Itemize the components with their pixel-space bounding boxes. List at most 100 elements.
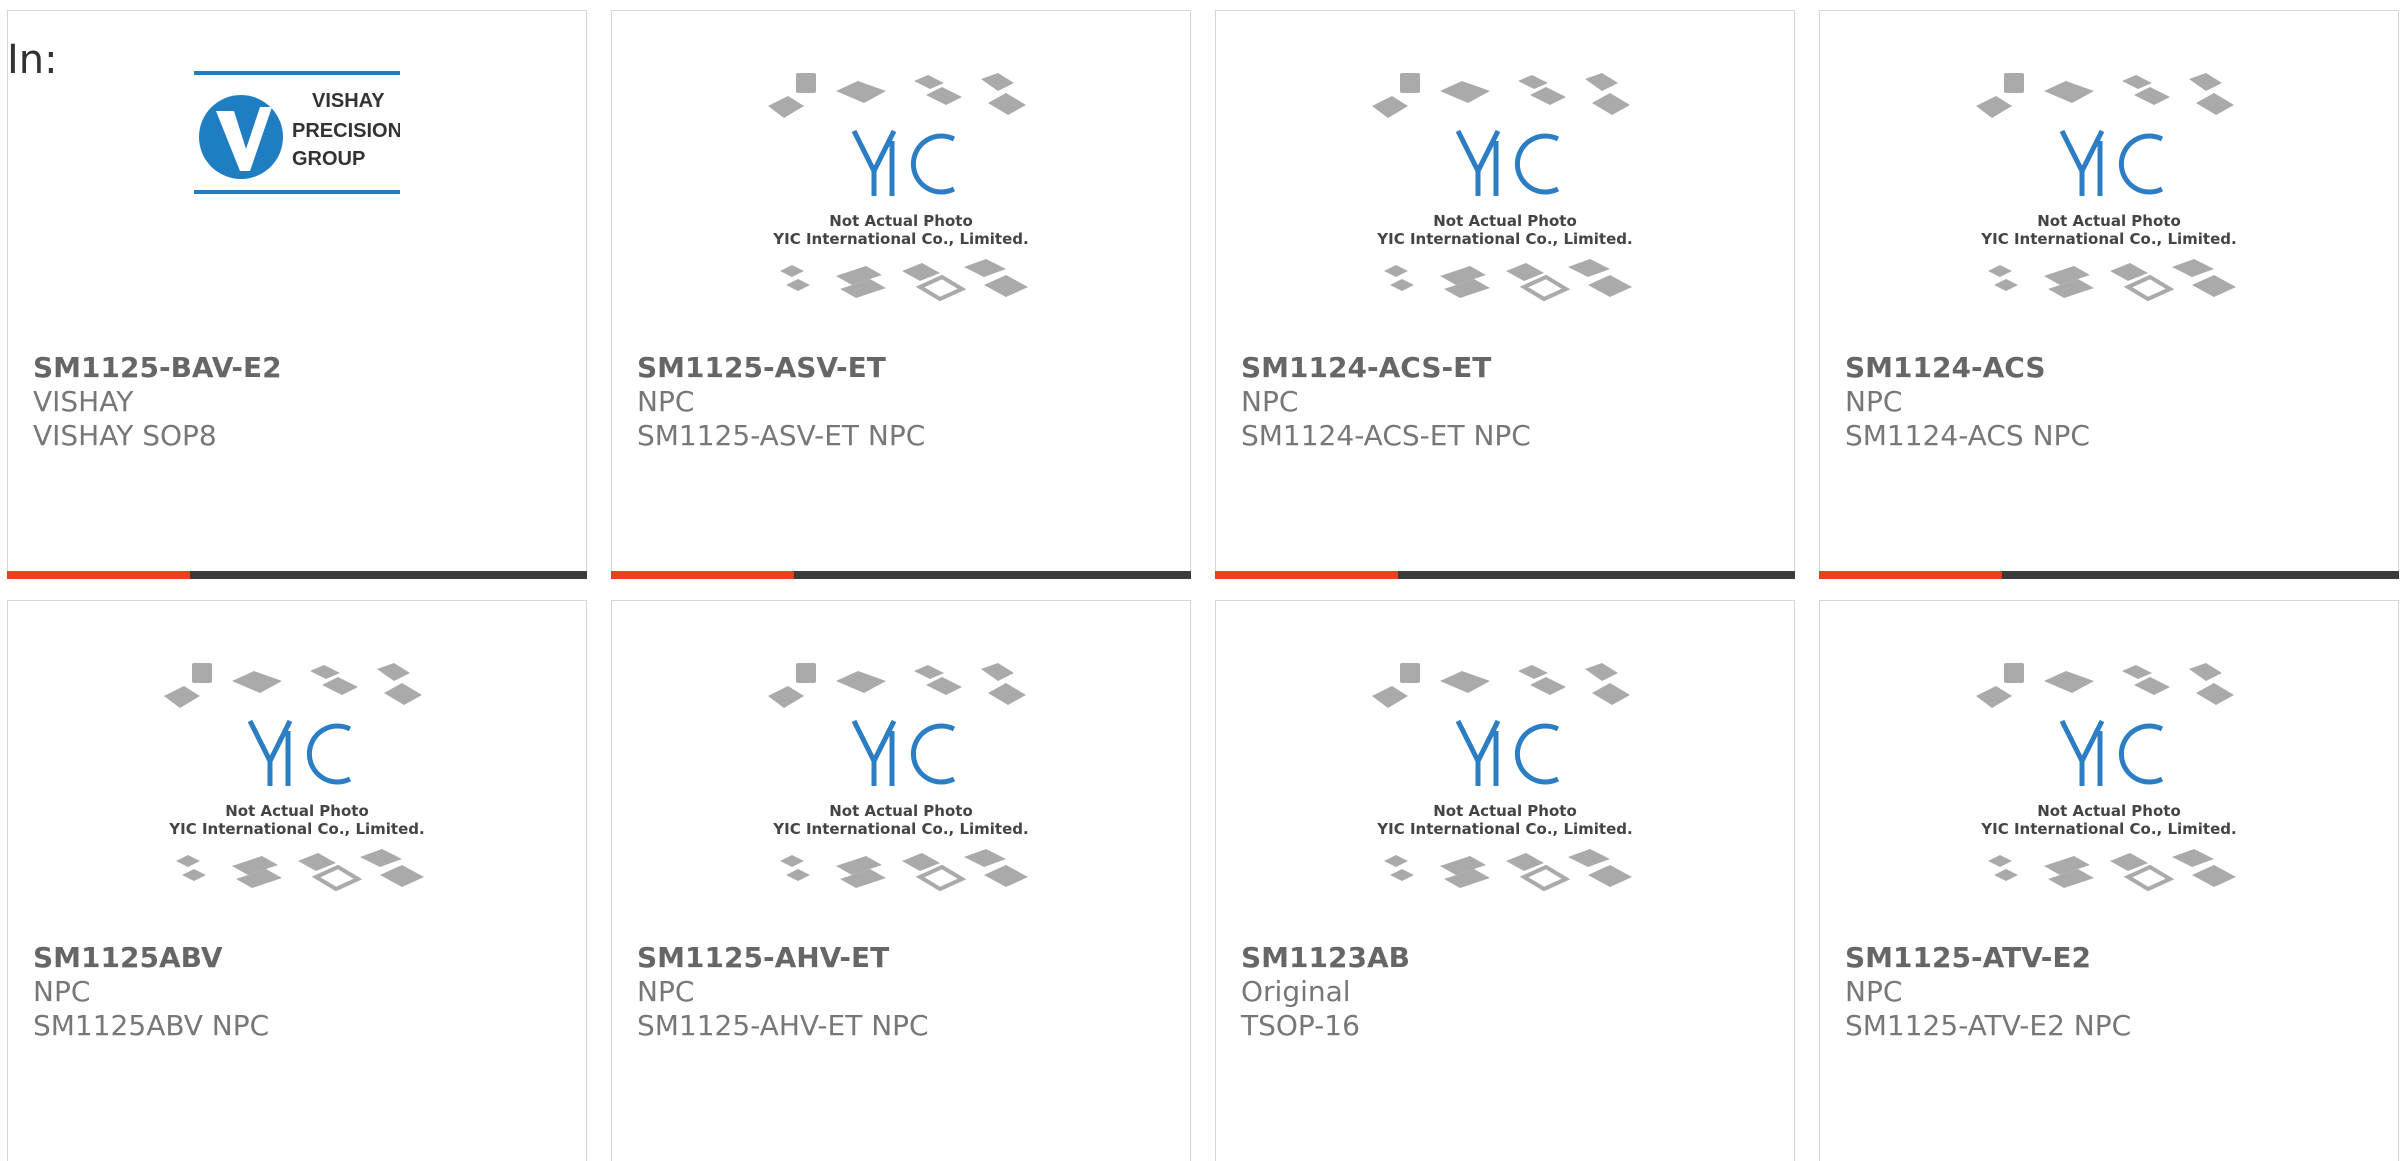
chip-icons-top — [1976, 663, 2234, 708]
yic-logo-icon — [851, 129, 956, 196]
product-description: SM1124-ACS-ET NPC — [1241, 419, 1531, 452]
vishay-logo-image: VISHAY PRECISION GROUP — [194, 71, 400, 194]
placeholder-caption-2: YIC International Co., Limited. — [772, 230, 1028, 248]
product-image[interactable]: Not Actual Photo YIC International Co., … — [1820, 71, 2398, 346]
product-card[interactable]: Not Actual Photo YIC International Co., … — [611, 600, 1191, 1161]
placeholder-caption-1: Not Actual Photo — [1433, 212, 1577, 230]
product-description: SM1125-ASV-ET NPC — [637, 419, 926, 452]
product-image[interactable]: Not Actual Photo YIC International Co., … — [612, 71, 1190, 346]
part-number[interactable]: SM1124-ACS-ET — [1241, 351, 1774, 385]
placeholder-caption-1: Not Actual Photo — [2037, 802, 2181, 820]
product-info: SM1124-ACS-ET NPC SM1124-ACS-ET NPC — [1241, 351, 1774, 453]
product-image[interactable]: Not Actual Photo YIC International Co., … — [1216, 661, 1794, 936]
product-card[interactable]: VISHAY PRECISION GROUP SM1125-BAV-E2 VIS… — [7, 10, 587, 579]
chip-icons-bottom — [780, 849, 1028, 892]
product-info: SM1125-ASV-ET NPC SM1125-ASV-ET NPC — [637, 351, 1170, 453]
yic-logo-icon — [247, 719, 352, 786]
part-number[interactable]: SM1125-ASV-ET — [637, 351, 1170, 385]
yic-logo-icon — [2059, 719, 2164, 786]
product-image[interactable]: Not Actual Photo YIC International Co., … — [612, 661, 1190, 936]
chip-icons-top — [768, 663, 1026, 708]
placeholder-caption-1: Not Actual Photo — [2037, 212, 2181, 230]
yic-placeholder-image: Not Actual Photo YIC International Co., … — [1976, 663, 2237, 892]
brand-name: NPC — [637, 975, 695, 1008]
yic-placeholder-image: Not Actual Photo YIC International Co., … — [768, 663, 1029, 892]
product-description: VISHAY SOP8 — [33, 419, 217, 452]
product-info: SM1125-ATV-E2 NPC SM1125-ATV-E2 NPC — [1845, 941, 2378, 1043]
product-description: TSOP-16 — [1241, 1009, 1360, 1042]
product-description: SM1124-ACS NPC — [1845, 419, 2090, 452]
placeholder-caption-2: YIC International Co., Limited. — [772, 820, 1028, 838]
brand-name: NPC — [637, 385, 695, 418]
brand-name: NPC — [1845, 385, 1903, 418]
part-number[interactable]: SM1125ABV — [33, 941, 566, 975]
product-description: SM1125ABV NPC — [33, 1009, 270, 1042]
part-number[interactable]: SM1125-AHV-ET — [637, 941, 1170, 975]
product-card[interactable]: Not Actual Photo YIC International Co., … — [1215, 10, 1795, 579]
chip-icons-top — [1372, 73, 1630, 118]
card-accent — [611, 571, 794, 579]
yic-logo-icon — [851, 719, 956, 786]
chip-icons-top — [768, 73, 1026, 118]
placeholder-caption-2: YIC International Co., Limited. — [168, 820, 424, 838]
card-accent — [1819, 571, 2002, 579]
vishay-logo-text-2: PRECISION — [292, 120, 400, 142]
product-grid-page: In: VISHAY PRECISION GROUP SM1125-BAV-E2… — [0, 0, 2400, 1161]
brand-name: NPC — [1845, 975, 1903, 1008]
product-info: SM1124-ACS NPC SM1124-ACS NPC — [1845, 351, 2378, 453]
chip-icons-bottom — [1988, 259, 2236, 302]
product-image[interactable]: Not Actual Photo YIC International Co., … — [1820, 661, 2398, 936]
part-number[interactable]: SM1125-BAV-E2 — [33, 351, 566, 385]
chip-icons-bottom — [1384, 849, 1632, 892]
yic-logo-icon — [2059, 129, 2164, 196]
product-card[interactable]: Not Actual Photo YIC International Co., … — [1215, 600, 1795, 1161]
chip-icons-bottom — [780, 259, 1028, 302]
product-info: SM1125ABV NPC SM1125ABV NPC — [33, 941, 566, 1043]
card-bottom-bar — [1819, 571, 2399, 579]
chip-icons-top — [164, 663, 422, 708]
card-accent — [7, 571, 190, 579]
product-image[interactable]: Not Actual Photo YIC International Co., … — [8, 661, 586, 936]
chip-icons-bottom — [1384, 259, 1632, 302]
product-image[interactable]: Not Actual Photo YIC International Co., … — [1216, 71, 1794, 346]
product-card[interactable]: Not Actual Photo YIC International Co., … — [1819, 10, 2399, 579]
part-number[interactable]: SM1123AB — [1241, 941, 1774, 975]
product-card[interactable]: Not Actual Photo YIC International Co., … — [1819, 600, 2399, 1161]
product-card[interactable]: Not Actual Photo YIC International Co., … — [7, 600, 587, 1161]
placeholder-caption-2: YIC International Co., Limited. — [1376, 820, 1632, 838]
chip-icons-bottom — [1988, 849, 2236, 892]
yic-placeholder-image: Not Actual Photo YIC International Co., … — [1976, 73, 2237, 302]
chip-icons-top — [1976, 73, 2234, 118]
part-number[interactable]: SM1125-ATV-E2 — [1845, 941, 2378, 975]
brand-name: NPC — [1241, 385, 1299, 418]
in-label: In: — [7, 37, 58, 83]
part-number[interactable]: SM1124-ACS — [1845, 351, 2378, 385]
brand-name: NPC — [33, 975, 91, 1008]
yic-placeholder-image: Not Actual Photo YIC International Co., … — [1372, 73, 1633, 302]
placeholder-caption-2: YIC International Co., Limited. — [1980, 820, 2236, 838]
placeholder-caption-2: YIC International Co., Limited. — [1376, 230, 1632, 248]
yic-placeholder-image: Not Actual Photo YIC International Co., … — [768, 73, 1029, 302]
product-info: SM1125-BAV-E2 VISHAY VISHAY SOP8 — [33, 351, 566, 453]
chip-icons-top — [1372, 663, 1630, 708]
placeholder-caption-2: YIC International Co., Limited. — [1980, 230, 2236, 248]
card-bottom-bar — [611, 571, 1191, 579]
card-accent — [1215, 571, 1398, 579]
product-description: SM1125-AHV-ET NPC — [637, 1009, 929, 1042]
brand-name: Original — [1241, 975, 1351, 1008]
card-bottom-bar — [1215, 571, 1795, 579]
placeholder-caption-1: Not Actual Photo — [829, 212, 973, 230]
vishay-logo-text-3: GROUP — [292, 148, 365, 170]
placeholder-caption-1: Not Actual Photo — [1433, 802, 1577, 820]
product-image[interactable]: VISHAY PRECISION GROUP — [8, 71, 586, 346]
placeholder-caption-1: Not Actual Photo — [829, 802, 973, 820]
card-bottom-bar — [7, 571, 587, 579]
chip-icons-bottom — [176, 849, 424, 892]
yic-placeholder-image: Not Actual Photo YIC International Co., … — [164, 663, 425, 892]
product-info: SM1125-AHV-ET NPC SM1125-AHV-ET NPC — [637, 941, 1170, 1043]
placeholder-caption-1: Not Actual Photo — [225, 802, 369, 820]
brand-name: VISHAY — [33, 385, 134, 418]
yic-logo-icon — [1455, 129, 1560, 196]
product-card[interactable]: Not Actual Photo YIC International Co., … — [611, 10, 1191, 579]
product-description: SM1125-ATV-E2 NPC — [1845, 1009, 2132, 1042]
